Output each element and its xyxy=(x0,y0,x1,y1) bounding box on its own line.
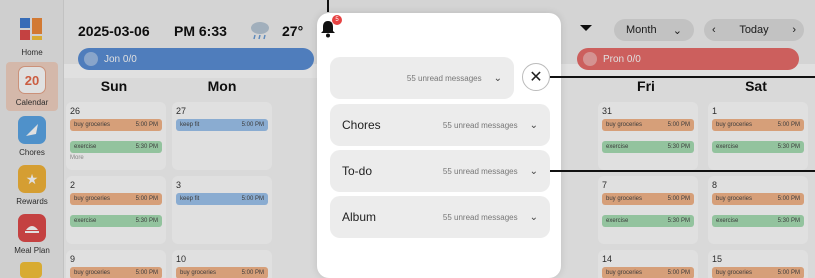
notification-section-chores[interactable]: Chores 55 unread messages ⌄ xyxy=(330,104,550,146)
chevron-down-icon[interactable]: ⌄ xyxy=(530,120,538,131)
chevron-down-icon[interactable]: ⌄ xyxy=(530,166,538,177)
annotation-line xyxy=(550,76,815,78)
unread-count: 55 unread messages xyxy=(442,166,518,176)
section-label: Chores xyxy=(342,118,381,132)
unread-count: 55 unread messages xyxy=(442,212,518,222)
notification-section-todo[interactable]: To-do 55 unread messages ⌄ xyxy=(330,150,550,192)
notification-section-album[interactable]: Album 55 unread messages ⌄ xyxy=(330,196,550,238)
notification-badge: 5 xyxy=(332,15,342,25)
chevron-down-icon[interactable]: ⌄ xyxy=(494,73,502,84)
annotation-line xyxy=(550,170,815,172)
unread-count: 55 unread messages xyxy=(406,73,482,83)
unread-count: 55 unread messages xyxy=(442,120,518,130)
chevron-down-icon[interactable]: ⌄ xyxy=(530,212,538,223)
section-label: To-do xyxy=(342,164,373,178)
notification-section-0[interactable]: 55 unread messages ⌄ xyxy=(330,57,514,99)
annotation-line xyxy=(327,0,329,12)
close-button[interactable]: ✕ xyxy=(522,63,550,91)
section-label: Album xyxy=(342,210,377,224)
